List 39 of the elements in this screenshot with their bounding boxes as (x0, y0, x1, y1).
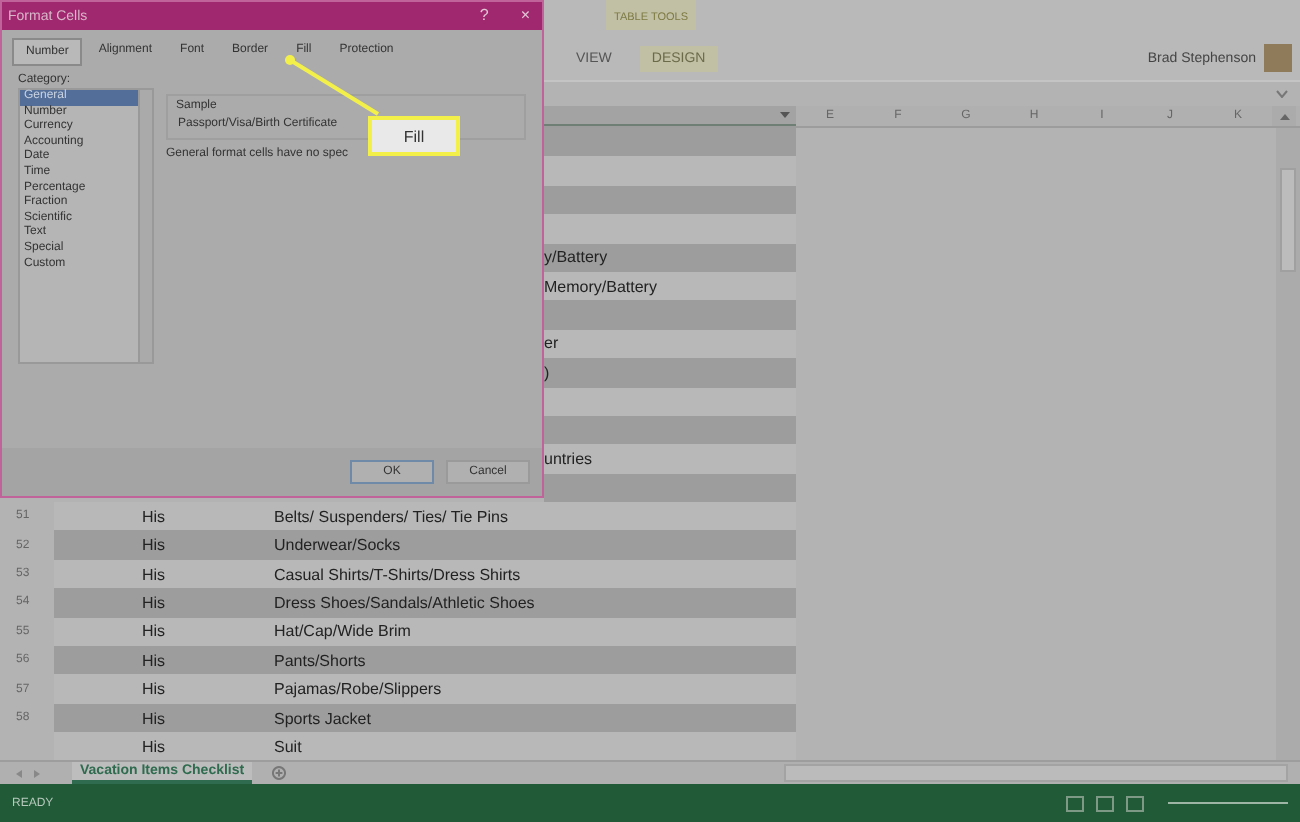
table-cell: His (142, 565, 166, 584)
table-cell: Hat/Cap/Wide Brim (274, 622, 411, 641)
table-cell: His (142, 622, 166, 641)
chevron-down-icon[interactable] (1276, 90, 1288, 98)
add-sheet-icon[interactable] (272, 766, 287, 780)
table-cell: His (142, 709, 166, 727)
horizontal-scrollbar[interactable] (784, 764, 1288, 782)
table-cell: His (142, 507, 166, 526)
list-scrollbar[interactable] (138, 90, 152, 362)
sheet-nav-icon[interactable] (16, 769, 40, 777)
table-cell: Pajamas/Robe/Slippers (274, 680, 442, 699)
scroll-up-icon[interactable] (1279, 113, 1289, 119)
callout-label: Fill (368, 116, 460, 156)
table-cell: Memory/Battery (544, 277, 657, 296)
table-cell: er (544, 334, 559, 353)
table-cell: His (142, 536, 166, 555)
table-cell: y/Battery (544, 248, 608, 267)
leader-line (285, 55, 380, 116)
table-cell: Dress Shoes/Sandals/Athletic Shoes (274, 593, 535, 612)
help-button[interactable]: ? (479, 8, 489, 24)
table-cell: untries (544, 449, 593, 468)
table-cell: ) (544, 363, 550, 382)
normal-view-icon[interactable] (1066, 795, 1084, 811)
vertical-scrollbar[interactable] (1276, 128, 1300, 760)
table-cell: His (142, 680, 166, 699)
table-cell: His (142, 737, 166, 756)
table-cell: Sports Jacket (274, 709, 371, 727)
close-button[interactable]: × (520, 8, 530, 24)
table-cell: His (142, 651, 166, 670)
filter-dropdown-icon[interactable] (780, 112, 790, 118)
table-cell: Suit (274, 737, 302, 756)
table-cell: Pants/Shorts (274, 651, 366, 670)
table-cell: Underwear/Socks (274, 536, 401, 555)
scroll-thumb[interactable] (1280, 168, 1296, 272)
table-cell: Casual Shirts/T-Shirts/Dress Shirts (274, 565, 521, 584)
page-layout-icon[interactable] (1096, 795, 1114, 811)
table-cell: Belts/ Suspenders/ Ties/ Tie Pins (274, 507, 508, 526)
table-cell: His (142, 593, 166, 612)
page-break-icon[interactable] (1126, 795, 1144, 811)
